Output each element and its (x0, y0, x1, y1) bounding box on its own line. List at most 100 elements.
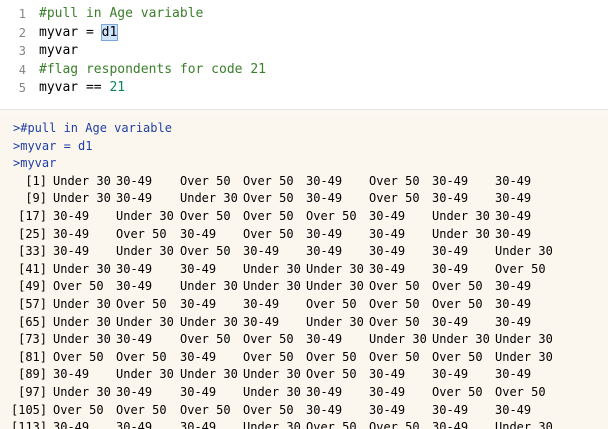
editor-line[interactable]: 5 myvar == 21 (0, 79, 608, 98)
output-value: Under 30 (116, 314, 174, 329)
output-value: 30-49 (432, 420, 469, 429)
code-token: myvar (39, 43, 79, 58)
output-value: Under 30 (243, 261, 301, 276)
output-value: Over 50 (180, 402, 231, 417)
output-value: Under 30 (53, 173, 111, 188)
output-value: Under 30 (53, 314, 111, 329)
output-value: Over 50 (495, 384, 546, 399)
output-value: Under 30 (53, 384, 111, 399)
console-output-row: [25] 30-49 Over 50 30-49 Over 50 30-49 30-49 Un… (0, 226, 608, 244)
code-token: myvar == (39, 80, 110, 95)
output-value: Under 30 (53, 296, 111, 311)
editor-line[interactable]: 1 #pull in Age variable (0, 5, 608, 24)
output-value: Over 50 (116, 226, 167, 241)
row-index: [97] (18, 384, 47, 399)
output-value: 30-49 (306, 402, 343, 417)
console-output-row: [9] Under 30 30-49 Under 30 Over 50 30-49 Over… (0, 190, 608, 208)
output-value: Over 50 (432, 384, 483, 399)
code-text[interactable]: myvar (39, 42, 78, 61)
output-value: 30-49 (180, 261, 217, 276)
line-number: 5 (18, 81, 26, 95)
console-output-row: [65] Under 30 Under 30 Under 30 30-49 Under 3… (0, 314, 608, 332)
output-value: 30-49 (243, 296, 280, 311)
output-value: Under 30 (243, 384, 301, 399)
row-index: [89] (18, 367, 47, 382)
output-value: 30-49 (53, 420, 90, 429)
console-output-row: [113] 30-49 30-49 30-49 Under 30 Over 50 Over … (0, 419, 608, 429)
output-value: Over 50 (243, 191, 294, 206)
output-value: 30-49 (369, 208, 406, 223)
code-text[interactable]: myvar == 21 (39, 79, 125, 98)
output-value: 30-49 (432, 402, 469, 417)
output-value: Over 50 (180, 173, 231, 188)
output-value: Over 50 (243, 349, 294, 364)
output-value: Under 30 (495, 332, 553, 347)
console-output-row: [97] Under 30 30-49 30-49 Under 30 30-49 30-49… (0, 384, 608, 402)
console-output[interactable]: >#pull in Age variable >myvar = d1 >myvar [… (0, 116, 608, 429)
output-value: Under 30 (116, 208, 174, 223)
output-value: Under 30 (53, 191, 111, 206)
output-value: 30-49 (306, 226, 343, 241)
output-value: Over 50 (369, 191, 420, 206)
row-index: [17] (18, 208, 47, 223)
output-value: Over 50 (116, 349, 167, 364)
console-output-row: [49] Over 50 30-49 Under 30 Under 30 Under 30… (0, 278, 608, 296)
editor-line[interactable]: 4 #flag respondents for code 21 (0, 61, 608, 80)
output-value: Over 50 (243, 173, 294, 188)
row-index: [33] (18, 244, 47, 259)
output-value: 30-49 (306, 332, 343, 347)
output-value: Under 30 (116, 367, 174, 382)
row-index: [57] (18, 296, 47, 311)
output-value: Over 50 (369, 314, 420, 329)
output-value: Over 50 (306, 296, 357, 311)
output-value: Under 30 (53, 261, 111, 276)
code-text[interactable]: myvar = d1 (39, 23, 119, 43)
output-value: 30-49 (180, 226, 217, 241)
output-value: 30-49 (495, 191, 532, 206)
row-index: [105] (11, 402, 48, 417)
output-value: Over 50 (180, 244, 231, 259)
output-value: 30-49 (369, 226, 406, 241)
output-value: Over 50 (432, 349, 483, 364)
output-value: Over 50 (369, 349, 420, 364)
output-value: Under 30 (306, 279, 364, 294)
output-value: 30-49 (306, 173, 343, 188)
output-value: Over 50 (243, 332, 294, 347)
output-value: 30-49 (53, 226, 90, 241)
editor-line[interactable]: 3 myvar (0, 42, 608, 61)
row-index: [25] (18, 226, 47, 241)
output-value: 30-49 (495, 367, 532, 382)
output-value: 30-49 (306, 244, 343, 259)
row-index: [113] (11, 420, 48, 429)
output-value: Under 30 (180, 191, 238, 206)
output-value: Under 30 (306, 261, 364, 276)
output-value: Over 50 (306, 420, 357, 429)
code-text[interactable]: #pull in Age variable (39, 5, 203, 24)
row-index: [1] (25, 173, 47, 188)
output-value: 30-49 (495, 314, 532, 329)
output-value: Over 50 (243, 226, 294, 241)
code-text[interactable]: #flag respondents for code 21 (39, 61, 266, 80)
output-value: 30-49 (369, 384, 406, 399)
output-value: 30-49 (180, 420, 217, 429)
output-value: 30-49 (369, 367, 406, 382)
output-value: Under 30 (495, 349, 553, 364)
line-number: 3 (18, 44, 26, 58)
output-value: 30-49 (116, 384, 153, 399)
output-value: 30-49 (495, 279, 532, 294)
output-value: Under 30 (495, 244, 553, 259)
code-editor[interactable]: 1 #pull in Age variable 2 myvar = d1 3 myvar 4… (0, 0, 608, 110)
console-output-row: [89] 30-49 Under 30 Under 30 Under 30 Over 50… (0, 366, 608, 384)
console-echo-line: >myvar = d1 (13, 138, 93, 153)
output-value: 30-49 (116, 332, 153, 347)
output-value: Under 30 (432, 226, 490, 241)
editor-line[interactable]: 2 myvar = d1 (0, 23, 608, 43)
output-value: 30-49 (369, 261, 406, 276)
console-output-row: [41] Under 30 30-49 30-49 Under 30 Under 30 30… (0, 261, 608, 279)
output-value: 30-49 (53, 208, 90, 223)
output-value: 30-49 (180, 349, 217, 364)
output-value: Under 30 (432, 332, 490, 347)
line-number: 1 (18, 7, 26, 21)
output-value: Under 30 (180, 279, 238, 294)
output-value: 30-49 (116, 279, 153, 294)
